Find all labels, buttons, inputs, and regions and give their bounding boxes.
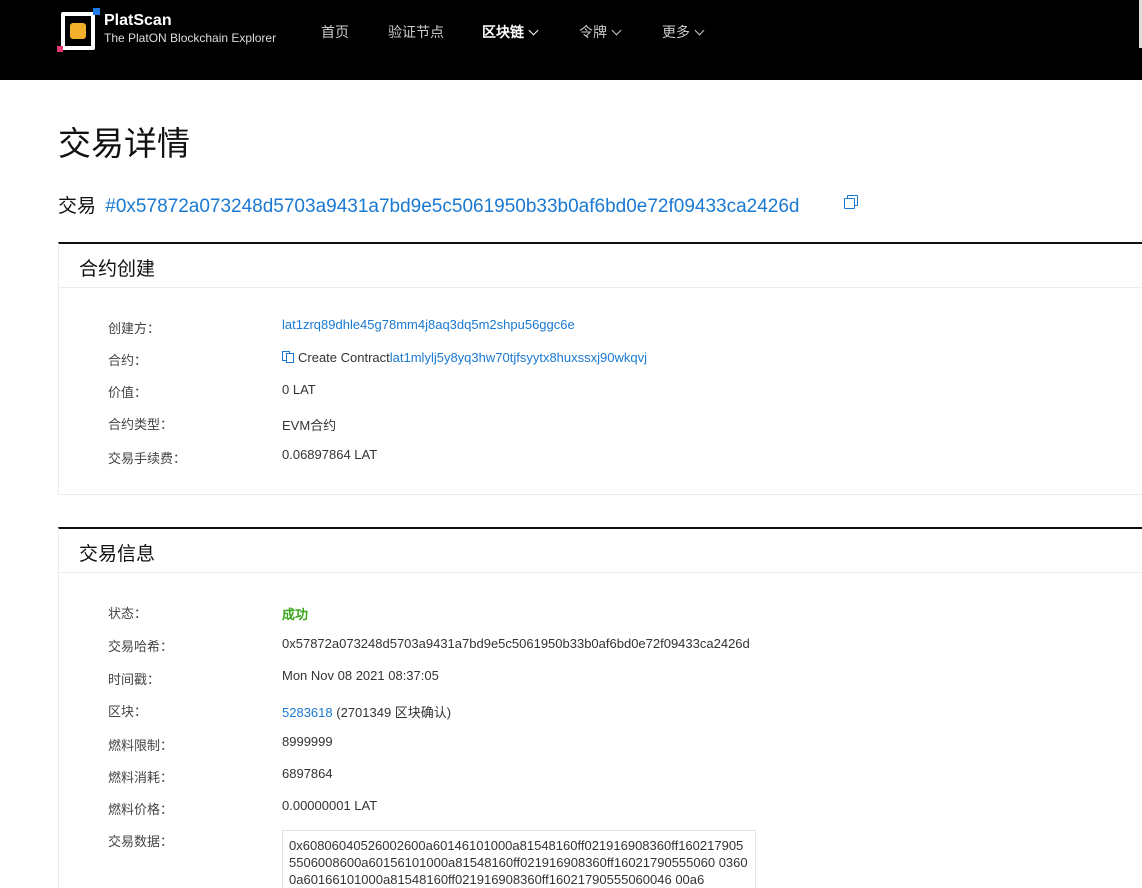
tx-hash-value: 0x57872a073248d5703a9431a7bd9e5c5061950b… xyxy=(282,636,750,651)
logo-dot-pink xyxy=(57,46,63,52)
nav-item-label: 区块链 xyxy=(482,24,524,40)
contract-type-value: EVM合约 xyxy=(282,418,337,433)
copy-icon[interactable] xyxy=(844,195,859,210)
transaction-hash-heading: 交易 #0x57872a073248d5703a9431a7bd9e5c5061… xyxy=(58,191,800,218)
top-navigation-bar: PlatScan The PlatON Blockchain Explorer … xyxy=(0,0,1142,80)
contract-prefix: Create Contract xyxy=(298,350,390,365)
status-badge: 成功 xyxy=(282,607,309,622)
card-title: 合约创建 xyxy=(59,244,1142,288)
block-label: 区块： xyxy=(108,704,148,719)
gas-limit-label: 燃料限制： xyxy=(108,738,174,753)
timestamp-label: 时间戳： xyxy=(108,672,161,687)
card-title: 交易信息 xyxy=(59,529,1142,573)
tx-hash-label: 交易哈希： xyxy=(108,639,174,654)
nav-item-tokens[interactable]: 令牌 xyxy=(579,22,622,42)
creator-label: 创建方： xyxy=(108,321,161,336)
contract-icon xyxy=(282,351,294,363)
input-data-label: 交易数据： xyxy=(108,834,174,849)
nav-item-more[interactable]: 更多 xyxy=(662,22,705,42)
nav-item-home[interactable]: 首页 xyxy=(321,22,349,42)
nav-item-validators[interactable]: 验证节点 xyxy=(388,22,444,42)
block-value: 5283618 (2701349 区块确认) xyxy=(282,702,451,721)
block-number-link[interactable]: 5283618 xyxy=(282,705,333,720)
contract-value: Create Contractlat1mlylj5y8yq3hw70tjfsyy… xyxy=(282,350,647,365)
block-confirmations: (2701349 区块确认) xyxy=(336,705,452,720)
timestamp-value: Mon Nov 08 2021 08:37:05 xyxy=(282,668,439,683)
brand-name[interactable]: PlatScan xyxy=(104,12,172,30)
contract-address-link[interactable]: lat1mlylj5y8yq3hw70tjfsyytx8huxssxj90wkq… xyxy=(390,350,647,365)
tx-label: 交易 xyxy=(58,196,97,217)
platscan-logo-icon[interactable] xyxy=(57,8,101,52)
value-label: 价值： xyxy=(108,385,148,400)
chevron-down-icon xyxy=(528,25,539,36)
tx-fee-value: 0.06897864 LAT xyxy=(282,447,378,462)
status-label: 状态： xyxy=(108,606,148,621)
logo-core xyxy=(70,23,86,39)
nav-item-label: 验证节点 xyxy=(388,24,444,40)
logo-dot-blue xyxy=(93,8,100,15)
gas-limit-value: 8999999 xyxy=(282,734,333,749)
gas-used-value: 6897864 xyxy=(282,766,333,781)
nav-item-label: 令牌 xyxy=(579,24,607,40)
brand-subtitle: The PlatON Blockchain Explorer xyxy=(104,31,277,45)
chevron-down-icon xyxy=(611,25,622,36)
tx-hash-link[interactable]: #0x57872a073248d5703a9431a7bd9e5c5061950… xyxy=(105,196,799,217)
contract-type-label: 合约类型： xyxy=(108,417,174,432)
nav-item-blockchain[interactable]: 区块链 xyxy=(482,22,539,42)
nav-item-label: 首页 xyxy=(321,24,349,40)
creator-address-link[interactable]: lat1zrq89dhle45g78mm4j8aq3dq5m2shpu56ggc… xyxy=(282,317,575,332)
contract-label: 合约： xyxy=(108,353,148,368)
gas-price-value: 0.00000001 LAT xyxy=(282,798,378,813)
chevron-down-icon xyxy=(694,25,705,36)
gas-used-label: 燃料消耗： xyxy=(108,770,174,785)
copy-icon-front xyxy=(844,198,855,209)
gas-price-label: 燃料价格： xyxy=(108,802,174,817)
tx-fee-label: 交易手续费： xyxy=(108,451,187,466)
page-title: 交易详情 xyxy=(58,125,190,162)
value-value: 0 LAT xyxy=(282,382,316,397)
input-data-textarea[interactable]: 0x60806040526002600a60146101000a81548160… xyxy=(282,830,756,888)
contract-creation-card: 合约创建 xyxy=(58,242,1142,495)
nav-item-label: 更多 xyxy=(662,24,690,40)
